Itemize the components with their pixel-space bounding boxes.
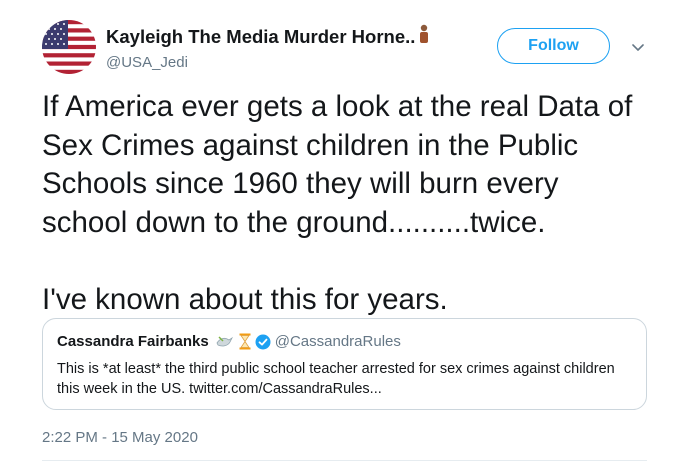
author-block: Kayleigh The Media Murder Horne.. @USA_J… [106, 24, 430, 71]
tweet-timestamp[interactable]: 2:22 PM - 15 May 2020 [42, 429, 198, 446]
quoted-author-handle: @CassandraRules [274, 333, 401, 350]
us-flag-avatar-icon [42, 20, 96, 74]
quoted-tweet-header: Cassandra Fairbanks @CassandraRules [57, 333, 401, 350]
author-handle[interactable]: @USA_Jedi [106, 54, 430, 71]
dove-icon [215, 334, 233, 350]
chevron-down-icon[interactable] [631, 40, 645, 58]
hourglass-icon [239, 333, 251, 350]
quoted-author-name: Cassandra Fairbanks [57, 333, 209, 350]
author-display-name[interactable]: Kayleigh The Media Murder Horne.. [106, 24, 430, 49]
follow-button[interactable]: Follow [497, 28, 610, 64]
person-emoji-icon [418, 24, 430, 49]
divider [42, 460, 647, 461]
author-name-text: Kayleigh The Media Murder Horne.. [106, 25, 416, 47]
tweet-text: If America ever gets a look at the real … [42, 90, 633, 316]
verified-badge-icon [255, 334, 271, 350]
quoted-tweet-text: This is *at least* the third public scho… [57, 361, 615, 397]
avatar[interactable] [42, 20, 96, 74]
quoted-tweet-card[interactable]: Cassandra Fairbanks @CassandraRules This… [42, 318, 647, 410]
